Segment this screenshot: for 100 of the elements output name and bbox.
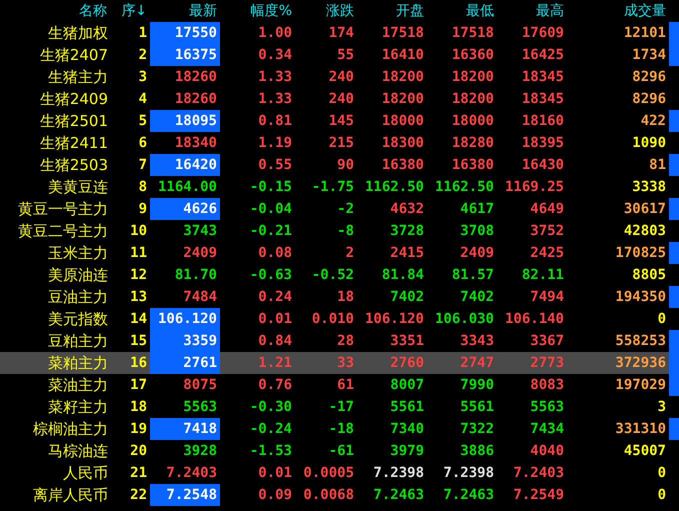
column-header[interactable]: 幅度% [220,0,295,22]
table-cell: 17609 [522,25,564,41]
cell-value: 18095 [174,113,217,129]
table-cell-text: 7 [138,156,148,175]
table-cell: 1.19 [258,135,292,151]
table-cell-text: 生猪2503 [38,155,109,176]
table-cell-text: 4 [138,90,148,109]
table-cell-text: 20 [129,442,148,461]
cell-value: 3928 [183,443,217,459]
table-cell: 3979 [390,443,424,459]
table-cell: 2747 [460,355,494,371]
column-header[interactable]: 最新 [150,0,220,22]
table-cell-text: 12 [129,266,148,285]
table-cell: 194350 [615,289,666,305]
table-cell: 18000 [452,113,494,129]
table-cell-text: 22 [129,486,148,505]
table-cell: 81.84 [382,267,424,283]
table-cell-text: 玉米主力 [47,243,109,264]
table-cell-text: 10 [129,222,148,241]
table-cell: 106.030 [434,311,494,327]
table-cell: 1.33 [258,69,292,85]
cell-value: 18260 [174,91,217,107]
table-cell-text: 16 [129,354,148,373]
table-cell: 7434 [530,421,564,437]
column-header[interactable]: 成交量 [567,0,669,22]
table-cell: 422 [640,113,666,129]
cell-value: 3359 [183,333,217,349]
table-cell: -0.15 [250,179,292,195]
table-cell-text: 9 [138,200,148,219]
table-cell: 7.2463 [373,487,424,503]
table-cell: -18 [328,421,354,437]
table-cell: 5561 [390,399,424,415]
table-cell: 18345 [522,69,564,85]
table-cell: 4040 [530,443,564,459]
table-cell-text: 黄豆一号主力 [17,199,109,220]
table-cell: -0.52 [312,267,354,283]
table-cell: 7990 [460,377,494,393]
table-cell: 0.0068 [303,487,354,503]
table-cell-text: 6 [138,134,148,153]
column-header[interactable]: 涨跌 [295,0,357,22]
table-cell: 1162.50 [434,179,494,195]
table-cell: 0.0005 [303,465,354,481]
table-cell-text: 美元指数 [47,309,109,330]
table-cell: 18200 [382,91,424,107]
cell-value: 2409 [183,245,217,261]
cell-value: 7484 [183,289,217,305]
table-cell: 82.11 [522,267,564,283]
table-cell: 1169.25 [504,179,564,195]
table-cell-text: 生猪加权 [47,23,109,44]
column-header[interactable]: 序↓ [110,0,150,22]
table-cell: 55 [337,47,354,63]
table-cell: 17518 [452,25,494,41]
table-cell: 3351 [390,333,424,349]
table-cell: 4649 [530,201,564,217]
table-cell-text: 豆粕主力 [47,331,109,352]
column-header[interactable]: 最高 [497,0,567,22]
table-cell: -0.30 [250,399,292,415]
table-cell: 4617 [460,201,494,217]
column-header[interactable]: 名称 [0,0,110,22]
column-header[interactable]: 最低 [427,0,497,22]
table-cell: 28 [337,333,354,349]
table-cell: 7402 [390,289,424,305]
table-cell: 18280 [452,135,494,151]
table-cell: 30617 [624,201,666,217]
table-cell: 0 [658,311,666,327]
table-cell: 3 [658,399,666,415]
table-cell: 18160 [522,113,564,129]
table-cell-text: 生猪2407 [38,45,109,66]
table-cell: 2409 [460,245,494,261]
table-cell: 3728 [390,223,424,239]
table-cell: 1734 [632,47,666,63]
table-cell: -0.21 [250,223,292,239]
table-cell: 0 [658,465,666,481]
table-cell: 3338 [632,179,666,195]
table-cell: -0.63 [250,267,292,283]
table-cell: 7.2403 [513,465,564,481]
cell-value: 7.2548 [166,487,217,503]
table-cell-text: 8 [138,178,148,197]
table-cell: 8805 [632,267,666,283]
table-cell: 18200 [452,69,494,85]
cell-value: 106.120 [158,311,217,327]
table-cell: 16425 [522,47,564,63]
table-cell: 5563 [530,399,564,415]
table-cell: 7.2463 [443,487,494,503]
cell-value: 7.2403 [166,465,217,481]
cell-value: 17550 [174,25,217,41]
table-cell-text: 生猪2409 [38,89,109,110]
table-cell: 106.140 [504,311,564,327]
table-cell: 2415 [390,245,424,261]
table-cell: 16360 [452,47,494,63]
table-cell: 2 [346,245,354,261]
table-cell: -0.24 [250,421,292,437]
table-cell: -8 [337,223,354,239]
table-cell: 90 [337,157,354,173]
cell-value: 1164.00 [158,179,217,195]
table-cell-text: 21 [129,464,148,483]
column-header[interactable]: 开盘 [357,0,427,22]
table-cell: 3752 [530,223,564,239]
table-cell-text: 豆油主力 [47,287,109,308]
table-cell: 16410 [382,47,424,63]
